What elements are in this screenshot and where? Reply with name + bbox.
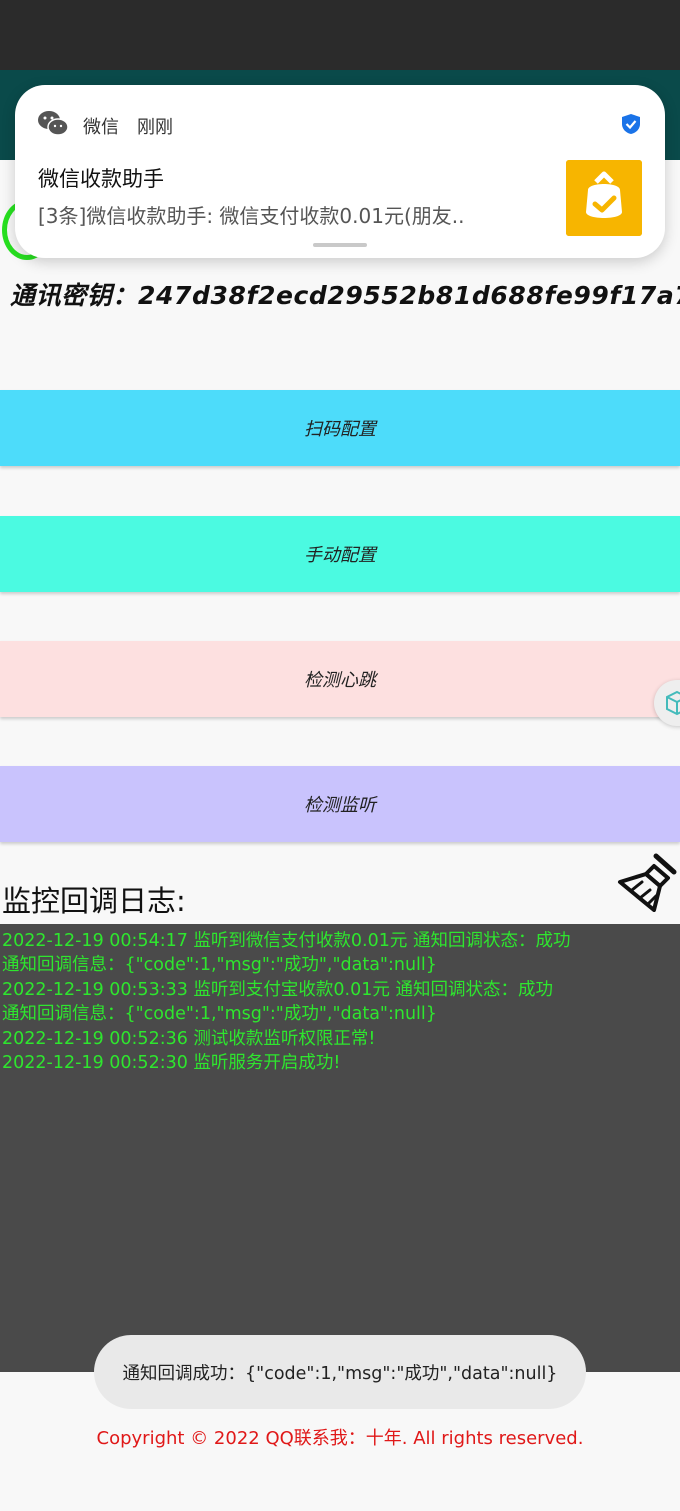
check-heartbeat-button[interactable]: 检测心跳 [0, 641, 680, 717]
secret-key-label: 通讯密钥： [10, 281, 139, 310]
log-panel[interactable]: 2022-12-19 00:54:17 监听到微信支付收款0.01元 通知回调状… [0, 924, 680, 1372]
scan-config-button[interactable]: 扫码配置 [0, 390, 680, 466]
check-listen-button[interactable]: 检测监听 [0, 766, 680, 842]
log-line: 2022-12-19 00:53:33 监听到支付宝收款0.01元 通知回调状态… [2, 980, 553, 1000]
copyright-text: Copyright © 2022 QQ联系我：十年. All rights re… [96, 1428, 584, 1449]
notification-time: 刚刚 [137, 117, 173, 138]
toast-message: 通知回调成功：{"code":1,"msg":"成功","data":null} [94, 1335, 586, 1409]
notification-drag-handle[interactable] [313, 243, 367, 247]
status-bar [0, 0, 680, 70]
clear-log-broom-icon[interactable] [616, 852, 678, 914]
wechat-notification[interactable]: 微信 刚刚 微信收款助手 [3条]微信收款助手: 微信支付收款0.01元(朋友.… [15, 85, 665, 258]
log-line: 通知回调信息：{"code":1,"msg":"成功","data":null} [2, 955, 437, 975]
secret-key: 通讯密钥：247d38f2ecd29552b81d688fe99f17a7 [10, 276, 680, 312]
notification-app-name: 微信 [83, 117, 119, 138]
log-line: 通知回调信息：{"code":1,"msg":"成功","data":null} [2, 1004, 437, 1024]
manual-config-button[interactable]: 手动配置 [0, 516, 680, 592]
verified-shield-icon [622, 114, 640, 134]
log-title: 监控回调日志: [2, 884, 186, 918]
secret-key-value: 247d38f2ecd29552b81d688fe99f17a7 [138, 281, 680, 310]
notification-body: [3条]微信收款助手: 微信支付收款0.01元(朋友.. [38, 204, 465, 228]
notification-title: 微信收款助手 [38, 167, 164, 191]
log-line: 2022-12-19 00:52:36 测试收款监听权限正常! [2, 1029, 376, 1049]
log-line: 2022-12-19 00:52:30 监听服务开启成功! [2, 1053, 341, 1073]
payment-assistant-thumbnail [566, 160, 642, 236]
log-line: 2022-12-19 00:54:17 监听到微信支付收款0.01元 通知回调状… [2, 931, 571, 951]
wechat-icon [38, 111, 69, 136]
